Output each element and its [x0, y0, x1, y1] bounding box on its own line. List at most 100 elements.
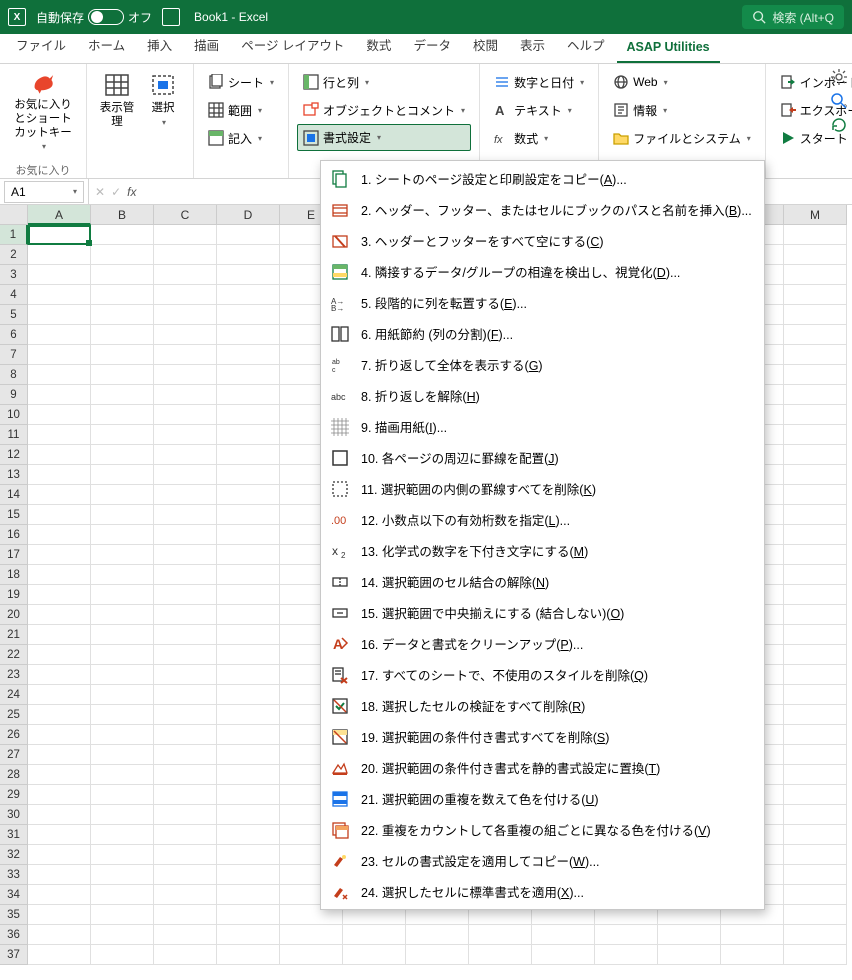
- cell[interactable]: [217, 585, 280, 605]
- cell[interactable]: [91, 905, 154, 925]
- cell[interactable]: [154, 425, 217, 445]
- cell[interactable]: [784, 385, 847, 405]
- cell[interactable]: [784, 265, 847, 285]
- cell[interactable]: [91, 225, 154, 245]
- cell[interactable]: [91, 265, 154, 285]
- row-header-27[interactable]: 27: [0, 745, 28, 765]
- cell[interactable]: [91, 305, 154, 325]
- cell[interactable]: [469, 925, 532, 945]
- cell[interactable]: [28, 385, 91, 405]
- cell[interactable]: [343, 945, 406, 965]
- cell[interactable]: [28, 825, 91, 845]
- row-header-2[interactable]: 2: [0, 245, 28, 265]
- cell[interactable]: [28, 805, 91, 825]
- col-header-C[interactable]: C: [154, 205, 217, 225]
- cell[interactable]: [28, 245, 91, 265]
- ribbon-btn-シート[interactable]: シート▾: [202, 68, 280, 96]
- cell[interactable]: [217, 805, 280, 825]
- cell[interactable]: [784, 325, 847, 345]
- select-all-corner[interactable]: [0, 205, 28, 225]
- menu-item-13[interactable]: x213. 化学式の数字を下付き文字にする(M): [321, 535, 764, 566]
- cell[interactable]: [217, 845, 280, 865]
- cell[interactable]: [217, 885, 280, 905]
- cell[interactable]: [217, 665, 280, 685]
- menu-item-7[interactable]: abc7. 折り返して全体を表示する(G): [321, 349, 764, 380]
- cell[interactable]: [343, 925, 406, 945]
- cell[interactable]: [217, 405, 280, 425]
- row-header-20[interactable]: 20: [0, 605, 28, 625]
- row-header-17[interactable]: 17: [0, 545, 28, 565]
- row-header-5[interactable]: 5: [0, 305, 28, 325]
- cell[interactable]: [217, 765, 280, 785]
- cell[interactable]: [217, 945, 280, 965]
- cell[interactable]: [217, 385, 280, 405]
- menu-item-23[interactable]: 23. セルの書式設定を適用してコピー(W)...: [321, 845, 764, 876]
- cell[interactable]: [91, 825, 154, 845]
- cell[interactable]: [784, 485, 847, 505]
- cell[interactable]: [91, 325, 154, 345]
- cell[interactable]: [721, 925, 784, 945]
- cell[interactable]: [406, 945, 469, 965]
- cell[interactable]: [91, 805, 154, 825]
- col-header-D[interactable]: D: [217, 205, 280, 225]
- refresh-icon[interactable]: [830, 116, 848, 134]
- cell[interactable]: [91, 925, 154, 945]
- cell[interactable]: [784, 905, 847, 925]
- cell[interactable]: [784, 405, 847, 425]
- cell[interactable]: [154, 525, 217, 545]
- cell[interactable]: [154, 685, 217, 705]
- cell[interactable]: [28, 545, 91, 565]
- cell[interactable]: [91, 505, 154, 525]
- cell[interactable]: [28, 225, 91, 245]
- cell[interactable]: [28, 685, 91, 705]
- cell[interactable]: [28, 265, 91, 285]
- fx-icon[interactable]: fx: [127, 185, 136, 199]
- cell[interactable]: [91, 665, 154, 685]
- row-header-30[interactable]: 30: [0, 805, 28, 825]
- cell[interactable]: [217, 645, 280, 665]
- ribbon-btn-ファイルとシステム[interactable]: ファイルとシステム▾: [607, 124, 757, 152]
- cell[interactable]: [217, 245, 280, 265]
- cell[interactable]: [154, 285, 217, 305]
- cell[interactable]: [217, 445, 280, 465]
- tab-8[interactable]: 表示: [510, 29, 555, 63]
- menu-item-5[interactable]: A→B→5. 段階的に列を転置する(E)...: [321, 287, 764, 318]
- menu-item-24[interactable]: 24. 選択したセルに標準書式を適用(X)...: [321, 876, 764, 907]
- name-box[interactable]: A1 ▾: [4, 181, 84, 203]
- cell[interactable]: [217, 925, 280, 945]
- cell[interactable]: [217, 285, 280, 305]
- cell[interactable]: [154, 545, 217, 565]
- cell[interactable]: [154, 265, 217, 285]
- row-header-14[interactable]: 14: [0, 485, 28, 505]
- cell[interactable]: [91, 705, 154, 725]
- cell[interactable]: [91, 865, 154, 885]
- cell[interactable]: [784, 785, 847, 805]
- save-icon[interactable]: [162, 8, 180, 26]
- search-box[interactable]: 検索 (Alt+Q: [742, 5, 844, 29]
- cell[interactable]: [217, 745, 280, 765]
- view-manage-button[interactable]: 表示管理: [95, 68, 139, 154]
- cell[interactable]: [28, 285, 91, 305]
- cell[interactable]: [28, 525, 91, 545]
- tab-3[interactable]: 描画: [184, 29, 229, 63]
- cell[interactable]: [91, 465, 154, 485]
- cell[interactable]: [154, 665, 217, 685]
- row-header-3[interactable]: 3: [0, 265, 28, 285]
- cell[interactable]: [91, 625, 154, 645]
- menu-item-1[interactable]: 1. シートのページ設定と印刷設定をコピー(A)...: [321, 163, 764, 194]
- search-icon[interactable]: [830, 92, 848, 110]
- cell[interactable]: [28, 865, 91, 885]
- cell[interactable]: [28, 665, 91, 685]
- cell[interactable]: [784, 505, 847, 525]
- row-header-16[interactable]: 16: [0, 525, 28, 545]
- menu-item-8[interactable]: abc8. 折り返しを解除(H): [321, 380, 764, 411]
- cell[interactable]: [595, 945, 658, 965]
- cell[interactable]: [217, 265, 280, 285]
- col-header-A[interactable]: A: [28, 205, 91, 225]
- cell[interactable]: [91, 285, 154, 305]
- cell[interactable]: [217, 825, 280, 845]
- cell[interactable]: [154, 845, 217, 865]
- row-header-18[interactable]: 18: [0, 565, 28, 585]
- menu-item-6[interactable]: 6. 用紙節約 (列の分割)(F)...: [321, 318, 764, 349]
- cell[interactable]: [217, 525, 280, 545]
